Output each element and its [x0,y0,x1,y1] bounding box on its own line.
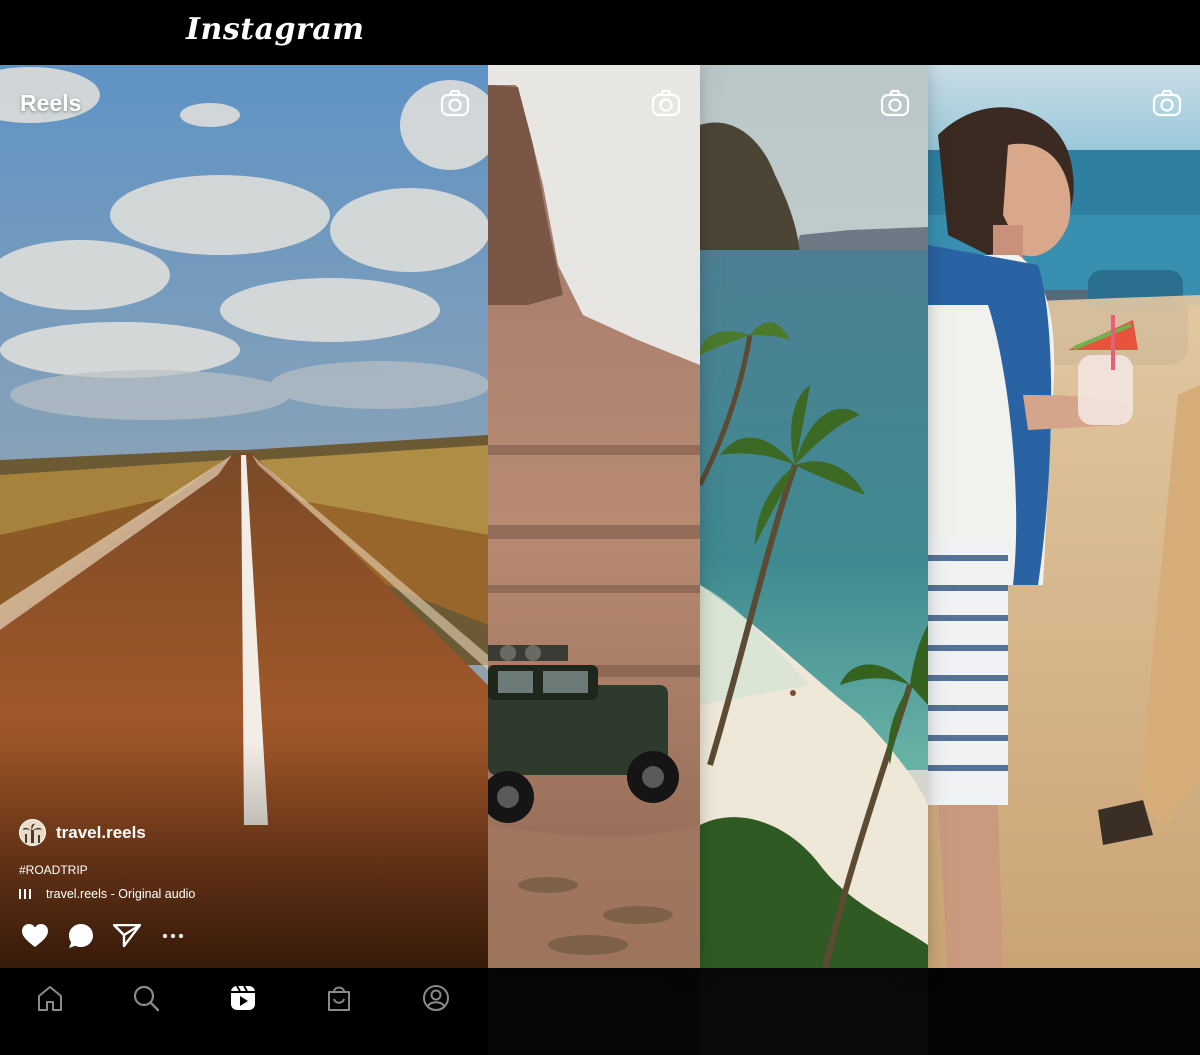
audio-bars-icon [19,889,31,899]
share-button[interactable] [113,922,141,950]
beach-drink-image [928,65,1200,968]
bottom-nav [0,968,488,1055]
reel-actions [21,922,205,950]
like-button[interactable] [21,922,49,950]
more-button[interactable] [159,922,187,950]
camera-icon[interactable] [651,88,681,118]
reel-player-road[interactable]: Reels travel.reels #ROADTRIP travel.reel… [0,65,488,968]
send-icon [113,924,141,948]
username[interactable]: travel.reels [56,823,146,843]
comment-icon [69,924,93,948]
tropical-beach-image [700,65,928,968]
bottom-shade [700,968,928,1055]
bottom-shade [488,968,700,1055]
camera-icon[interactable] [1152,88,1182,118]
top-bar: Instagram [0,0,1200,65]
avatar[interactable] [19,819,46,846]
reel-caption-hashtag[interactable]: #ROADTRIP [19,863,88,877]
bottom-shade [928,968,1200,1055]
audio-label: travel.reels - Original audio [46,887,196,901]
camera-icon[interactable] [440,88,470,118]
reel-preview-beach-drink[interactable] [928,65,1200,968]
search-icon[interactable] [131,983,161,1013]
shop-icon[interactable] [324,983,354,1013]
reel-preview-tropical-beach[interactable] [700,65,928,968]
more-icon [162,933,184,939]
reels-title: Reels [20,90,82,116]
camera-icon[interactable] [880,88,910,118]
reel-author[interactable]: travel.reels [19,819,146,846]
comment-button[interactable] [67,922,95,950]
reels-icon[interactable] [228,983,258,1013]
profile-icon[interactable] [421,983,451,1013]
heart-icon [22,924,48,947]
home-icon[interactable] [35,983,65,1013]
desert-jeep-image [488,65,700,968]
reel-audio[interactable]: travel.reels - Original audio [19,887,195,901]
reel-preview-desert-jeep[interactable] [488,65,700,968]
instagram-logo: Instagram [186,12,365,47]
palm-tree-icon [23,823,42,843]
